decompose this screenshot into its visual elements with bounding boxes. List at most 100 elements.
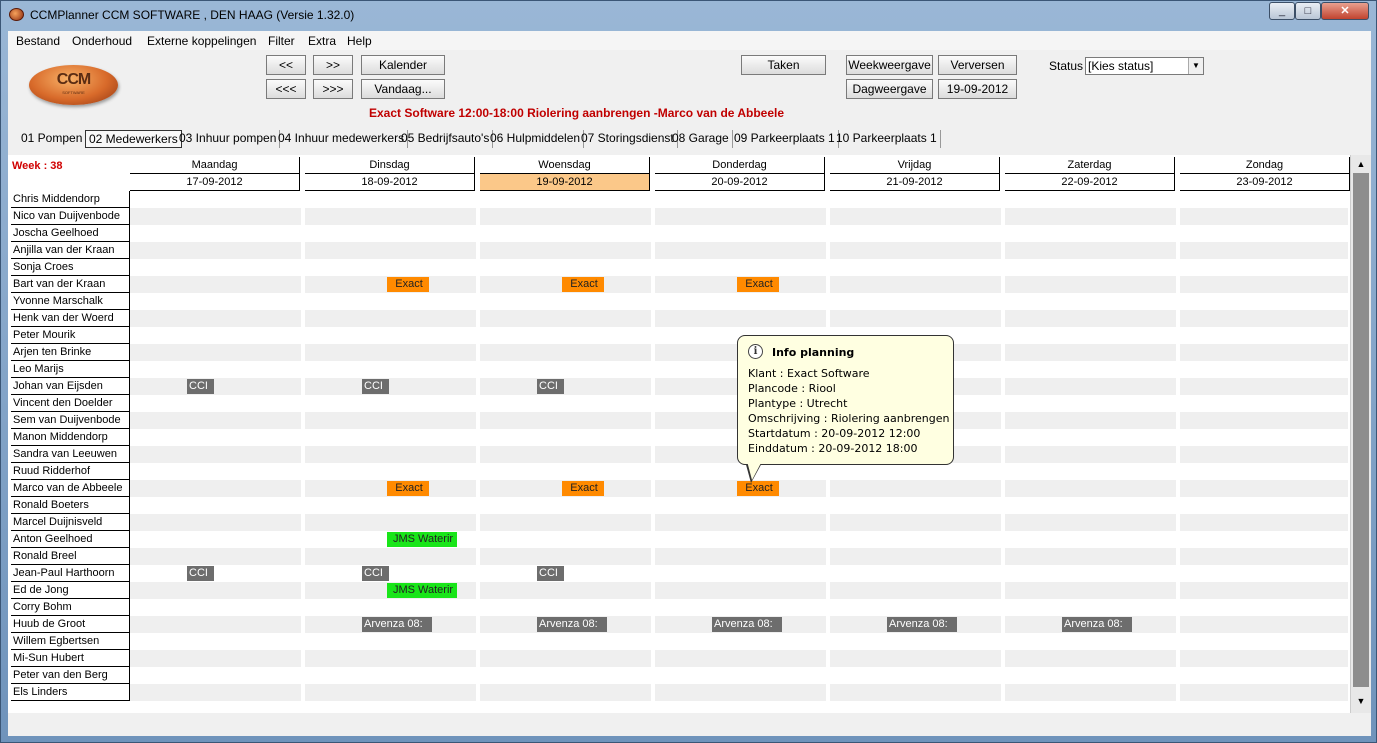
- appointment-block[interactable]: CCI: [187, 379, 214, 394]
- row-cells[interactable]: [130, 208, 1348, 225]
- appointment-block[interactable]: Exact: [737, 481, 779, 496]
- row-cells[interactable]: [130, 514, 1348, 531]
- appointment-block[interactable]: CCI: [362, 566, 389, 581]
- scroll-thumb[interactable]: [1353, 173, 1369, 687]
- employee-name[interactable]: Peter van den Berg: [11, 667, 130, 684]
- row-cells[interactable]: [130, 650, 1348, 667]
- row-cells[interactable]: [130, 531, 1348, 548]
- row-cells[interactable]: [130, 565, 1348, 582]
- appointment-block[interactable]: Arvenza 08:: [1062, 617, 1132, 632]
- employee-name[interactable]: Chris Middendorp: [11, 191, 130, 208]
- prev-far-button[interactable]: <<<: [266, 79, 306, 99]
- taken-button[interactable]: Taken: [741, 55, 826, 75]
- row-cells[interactable]: [130, 259, 1348, 276]
- appointment-block[interactable]: CCI: [362, 379, 389, 394]
- employee-name[interactable]: Yvonne Marschalk: [11, 293, 130, 310]
- close-button[interactable]: ✕: [1321, 2, 1369, 20]
- row-cells[interactable]: [130, 548, 1348, 565]
- row-cells[interactable]: [130, 684, 1348, 701]
- appointment-block[interactable]: Exact: [562, 277, 604, 292]
- appointment-block[interactable]: Exact: [387, 277, 429, 292]
- appointment-block[interactable]: Exact: [737, 277, 779, 292]
- vertical-scrollbar[interactable]: ▲ ▼: [1350, 155, 1371, 713]
- employee-name[interactable]: Marco van de Abbeele: [11, 480, 130, 497]
- employee-name[interactable]: Jean-Paul Harthoorn: [11, 565, 130, 582]
- menu-filter[interactable]: Filter: [268, 34, 295, 48]
- employee-name[interactable]: Ronald Breel: [11, 548, 130, 565]
- employee-name[interactable]: Arjen ten Brinke: [11, 344, 130, 361]
- tab-10[interactable]: 10 Parkeerplaats 1: [833, 130, 941, 148]
- row-cells[interactable]: [130, 225, 1348, 242]
- employee-name[interactable]: Manon Middendorp: [11, 429, 130, 446]
- row-cells[interactable]: [130, 310, 1348, 327]
- row-cells[interactable]: [130, 242, 1348, 259]
- tab-1[interactable]: 01 Pompen: [18, 130, 87, 148]
- appointment-block[interactable]: Arvenza 08:: [537, 617, 607, 632]
- row-cells[interactable]: [130, 599, 1348, 616]
- row-cells[interactable]: [130, 293, 1348, 310]
- appointment-block[interactable]: CCI: [537, 566, 564, 581]
- menu-bestand[interactable]: Bestand: [16, 34, 60, 48]
- tab-6[interactable]: 06 Hulpmiddelen: [487, 130, 585, 148]
- employee-name[interactable]: Ruud Ridderhof: [11, 463, 130, 480]
- date-button[interactable]: 19-09-2012: [938, 79, 1017, 99]
- tab-9[interactable]: 09 Parkeerplaats 1: [731, 130, 839, 148]
- tab-2[interactable]: 02 Medewerkers: [85, 130, 182, 148]
- next-week-button[interactable]: >>: [313, 55, 353, 75]
- tab-7[interactable]: 07 Storingsdienst: [578, 130, 678, 148]
- tab-3[interactable]: 03 Inhuur pompen: [176, 130, 281, 148]
- menu-help[interactable]: Help: [347, 34, 372, 48]
- employee-name[interactable]: Willem Egbertsen: [11, 633, 130, 650]
- menu-onderhoud[interactable]: Onderhoud: [72, 34, 132, 48]
- employee-name[interactable]: Sonja Croes: [11, 259, 130, 276]
- dagweergave-button[interactable]: Dagweergave: [846, 79, 933, 99]
- row-cells[interactable]: [130, 667, 1348, 684]
- appointment-block[interactable]: Arvenza 08:: [712, 617, 782, 632]
- row-cells[interactable]: [130, 463, 1348, 480]
- verversen-button[interactable]: Verversen: [938, 55, 1017, 75]
- employee-name[interactable]: Mi-Sun Hubert: [11, 650, 130, 667]
- appointment-block[interactable]: JMS Waterir: [387, 532, 457, 547]
- status-select[interactable]: [Kies status] ▼: [1085, 57, 1204, 75]
- employee-name[interactable]: Ed de Jong: [11, 582, 130, 599]
- scroll-down-icon[interactable]: ▼: [1353, 694, 1369, 708]
- maximize-button[interactable]: □: [1295, 2, 1321, 20]
- menu-externe-koppelingen[interactable]: Externe koppelingen: [147, 34, 256, 48]
- row-cells[interactable]: [130, 582, 1348, 599]
- employee-name[interactable]: Nico van Duijvenbode: [11, 208, 130, 225]
- employee-name[interactable]: Huub de Groot: [11, 616, 130, 633]
- appointment-block[interactable]: Exact: [562, 481, 604, 496]
- employee-name[interactable]: Bart van der Kraan: [11, 276, 130, 293]
- employee-name[interactable]: Sem van Duijvenbode: [11, 412, 130, 429]
- employee-name[interactable]: Vincent den Doelder: [11, 395, 130, 412]
- row-cells[interactable]: [130, 191, 1348, 208]
- row-cells[interactable]: [130, 497, 1348, 514]
- prev-week-button[interactable]: <<: [266, 55, 306, 75]
- tab-8[interactable]: 08 Garage: [669, 130, 733, 148]
- scroll-up-icon[interactable]: ▲: [1353, 157, 1369, 171]
- employee-name[interactable]: Ronald Boeters: [11, 497, 130, 514]
- employee-name[interactable]: Anton Geelhoed: [11, 531, 130, 548]
- employee-name[interactable]: Henk van der Woerd: [11, 310, 130, 327]
- employee-name[interactable]: Marcel Duijnisveld: [11, 514, 130, 531]
- minimize-button[interactable]: _: [1269, 2, 1295, 20]
- appointment-block[interactable]: Arvenza 08:: [362, 617, 432, 632]
- employee-name[interactable]: Johan van Eijsden: [11, 378, 130, 395]
- employee-name[interactable]: Leo Marijs: [11, 361, 130, 378]
- employee-name[interactable]: Corry Bohm: [11, 599, 130, 616]
- employee-name[interactable]: Joscha Geelhoed: [11, 225, 130, 242]
- employee-name[interactable]: Sandra van Leeuwen: [11, 446, 130, 463]
- chevron-down-icon[interactable]: ▼: [1188, 58, 1203, 74]
- appointment-block[interactable]: Exact: [387, 481, 429, 496]
- title-bar[interactable]: CCMPlanner CCM SOFTWARE , DEN HAAG (Vers…: [1, 1, 1377, 30]
- appointment-block[interactable]: Arvenza 08:: [887, 617, 957, 632]
- employee-name[interactable]: Els Linders: [11, 684, 130, 701]
- tab-4[interactable]: 04 Inhuur medewerkers: [275, 130, 409, 148]
- employee-name[interactable]: Anjilla van der Kraan: [11, 242, 130, 259]
- appointment-block[interactable]: CCI: [537, 379, 564, 394]
- next-far-button[interactable]: >>>: [313, 79, 353, 99]
- row-cells[interactable]: [130, 633, 1348, 650]
- appointment-block[interactable]: CCI: [187, 566, 214, 581]
- menu-extra[interactable]: Extra: [308, 34, 336, 48]
- weekweergave-button[interactable]: Weekweergave: [846, 55, 933, 75]
